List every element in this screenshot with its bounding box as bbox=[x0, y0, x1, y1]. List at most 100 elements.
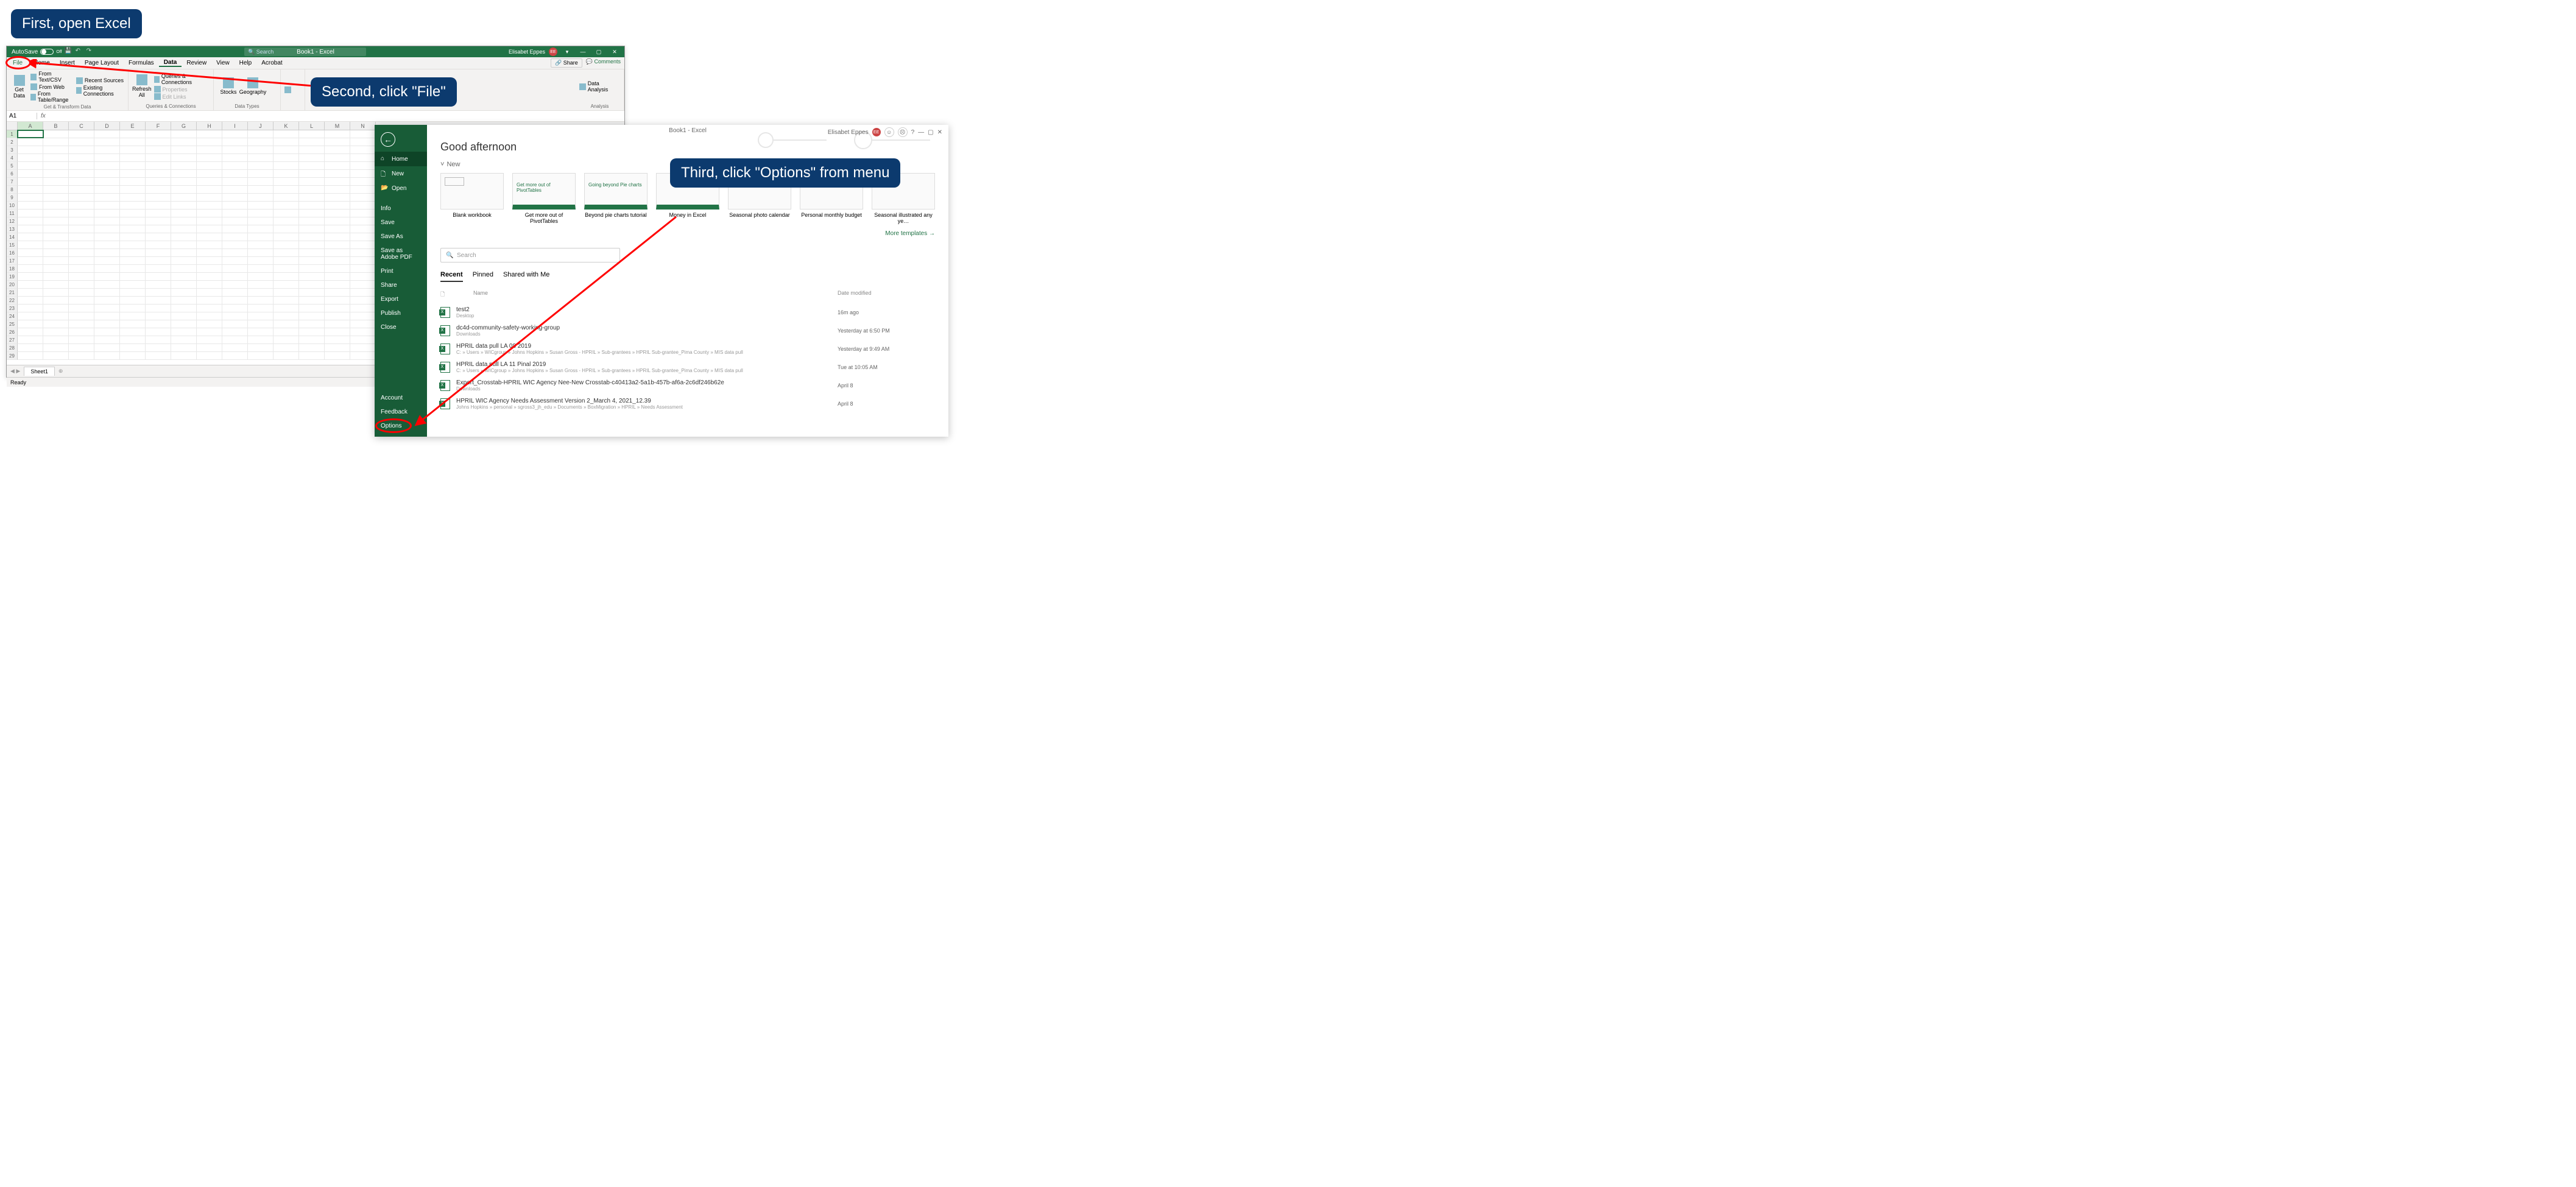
grid-cell[interactable] bbox=[350, 217, 376, 225]
grid-cell[interactable] bbox=[222, 210, 248, 217]
row-header[interactable]: 13 bbox=[7, 225, 18, 233]
grid-cell[interactable] bbox=[120, 352, 146, 359]
ribbon-options-icon[interactable]: ▾ bbox=[561, 49, 573, 55]
grid-cell[interactable] bbox=[325, 241, 350, 248]
grid-cell[interactable] bbox=[43, 289, 69, 296]
grid-cell[interactable] bbox=[69, 352, 94, 359]
grid-cell[interactable] bbox=[171, 202, 197, 209]
grid-cell[interactable] bbox=[299, 265, 325, 272]
grid-cell[interactable] bbox=[248, 320, 273, 328]
grid-cell[interactable] bbox=[18, 336, 43, 343]
row-header[interactable]: 14 bbox=[7, 233, 18, 241]
grid-cell[interactable] bbox=[171, 217, 197, 225]
grid-cell[interactable] bbox=[146, 138, 171, 146]
name-box[interactable]: A1 bbox=[7, 113, 37, 119]
grid-cell[interactable] bbox=[69, 170, 94, 177]
grid-cell[interactable] bbox=[171, 210, 197, 217]
grid-cell[interactable] bbox=[299, 138, 325, 146]
data-analysis-button[interactable]: Data Analysis bbox=[579, 80, 620, 93]
grid-cell[interactable] bbox=[350, 312, 376, 320]
grid-cell[interactable] bbox=[43, 249, 69, 256]
grid-cell[interactable] bbox=[69, 265, 94, 272]
grid-cell[interactable] bbox=[350, 186, 376, 193]
grid-cell[interactable] bbox=[299, 202, 325, 209]
grid-cell[interactable] bbox=[197, 217, 222, 225]
grid-cell[interactable] bbox=[325, 186, 350, 193]
grid-cell[interactable] bbox=[197, 289, 222, 296]
grid-cell[interactable] bbox=[197, 320, 222, 328]
grid-cell[interactable] bbox=[43, 186, 69, 193]
grid-cell[interactable] bbox=[18, 225, 43, 233]
grid-cell[interactable] bbox=[248, 225, 273, 233]
grid-cell[interactable] bbox=[69, 233, 94, 241]
grid-cell[interactable] bbox=[171, 162, 197, 169]
grid-cell[interactable] bbox=[18, 312, 43, 320]
grid-cell[interactable] bbox=[94, 265, 120, 272]
grid-cell[interactable] bbox=[146, 194, 171, 201]
grid-cell[interactable] bbox=[43, 344, 69, 351]
grid-cell[interactable] bbox=[146, 202, 171, 209]
grid-cell[interactable] bbox=[325, 352, 350, 359]
grid-cell[interactable] bbox=[43, 178, 69, 185]
grid-cell[interactable] bbox=[120, 328, 146, 336]
row-header[interactable]: 9 bbox=[7, 194, 18, 202]
grid-cell[interactable] bbox=[273, 312, 299, 320]
grid-cell[interactable] bbox=[248, 154, 273, 161]
column-header[interactable]: E bbox=[120, 122, 146, 130]
grid-cell[interactable] bbox=[299, 336, 325, 343]
column-header[interactable]: A bbox=[18, 122, 43, 130]
grid-cell[interactable] bbox=[350, 146, 376, 153]
grid-cell[interactable] bbox=[94, 170, 120, 177]
row-header[interactable]: 1 bbox=[7, 130, 18, 138]
grid-cell[interactable] bbox=[69, 194, 94, 201]
grid-cell[interactable] bbox=[222, 336, 248, 343]
grid-cell[interactable] bbox=[94, 202, 120, 209]
grid-cell[interactable] bbox=[299, 146, 325, 153]
grid-cell[interactable] bbox=[43, 154, 69, 161]
grid-cell[interactable] bbox=[325, 281, 350, 288]
grid-cell[interactable] bbox=[350, 178, 376, 185]
grid-cell[interactable] bbox=[94, 257, 120, 264]
column-header[interactable]: N bbox=[350, 122, 376, 130]
grid-cell[interactable] bbox=[222, 273, 248, 280]
grid-cell[interactable] bbox=[146, 305, 171, 312]
autosave-toggle[interactable]: AutoSave Off bbox=[12, 49, 62, 55]
grid-cell[interactable] bbox=[120, 210, 146, 217]
grid-cell[interactable] bbox=[120, 233, 146, 241]
grid-cell[interactable] bbox=[197, 178, 222, 185]
grid-cell[interactable] bbox=[69, 336, 94, 343]
row-header[interactable]: 29 bbox=[7, 352, 18, 360]
column-header[interactable]: K bbox=[273, 122, 299, 130]
grid-cell[interactable] bbox=[43, 241, 69, 248]
grid-cell[interactable] bbox=[120, 312, 146, 320]
column-header[interactable]: G bbox=[171, 122, 197, 130]
grid-cell[interactable] bbox=[120, 336, 146, 343]
grid-cell[interactable] bbox=[222, 146, 248, 153]
grid-cell[interactable] bbox=[350, 336, 376, 343]
grid-cell[interactable] bbox=[120, 249, 146, 256]
grid-cell[interactable] bbox=[146, 154, 171, 161]
grid-cell[interactable] bbox=[222, 297, 248, 304]
grid-cell[interactable] bbox=[248, 257, 273, 264]
grid-cell[interactable] bbox=[69, 225, 94, 233]
row-header[interactable]: 5 bbox=[7, 162, 18, 170]
grid-cell[interactable] bbox=[69, 344, 94, 351]
grid-cell[interactable] bbox=[248, 249, 273, 256]
grid-cell[interactable] bbox=[222, 225, 248, 233]
grid-cell[interactable] bbox=[299, 320, 325, 328]
grid-cell[interactable] bbox=[197, 297, 222, 304]
close-button[interactable]: ✕ bbox=[937, 129, 942, 136]
grid-cell[interactable] bbox=[18, 320, 43, 328]
grid-cell[interactable] bbox=[94, 305, 120, 312]
grid-cell[interactable] bbox=[325, 146, 350, 153]
grid-cell[interactable] bbox=[69, 217, 94, 225]
grid-cell[interactable] bbox=[325, 305, 350, 312]
grid-cell[interactable] bbox=[94, 162, 120, 169]
grid-cell[interactable] bbox=[248, 210, 273, 217]
grid-cell[interactable] bbox=[325, 233, 350, 241]
grid-cell[interactable] bbox=[197, 281, 222, 288]
grid-cell[interactable] bbox=[120, 178, 146, 185]
grid-cell[interactable] bbox=[18, 233, 43, 241]
grid-cell[interactable] bbox=[299, 210, 325, 217]
row-header[interactable]: 4 bbox=[7, 154, 18, 162]
